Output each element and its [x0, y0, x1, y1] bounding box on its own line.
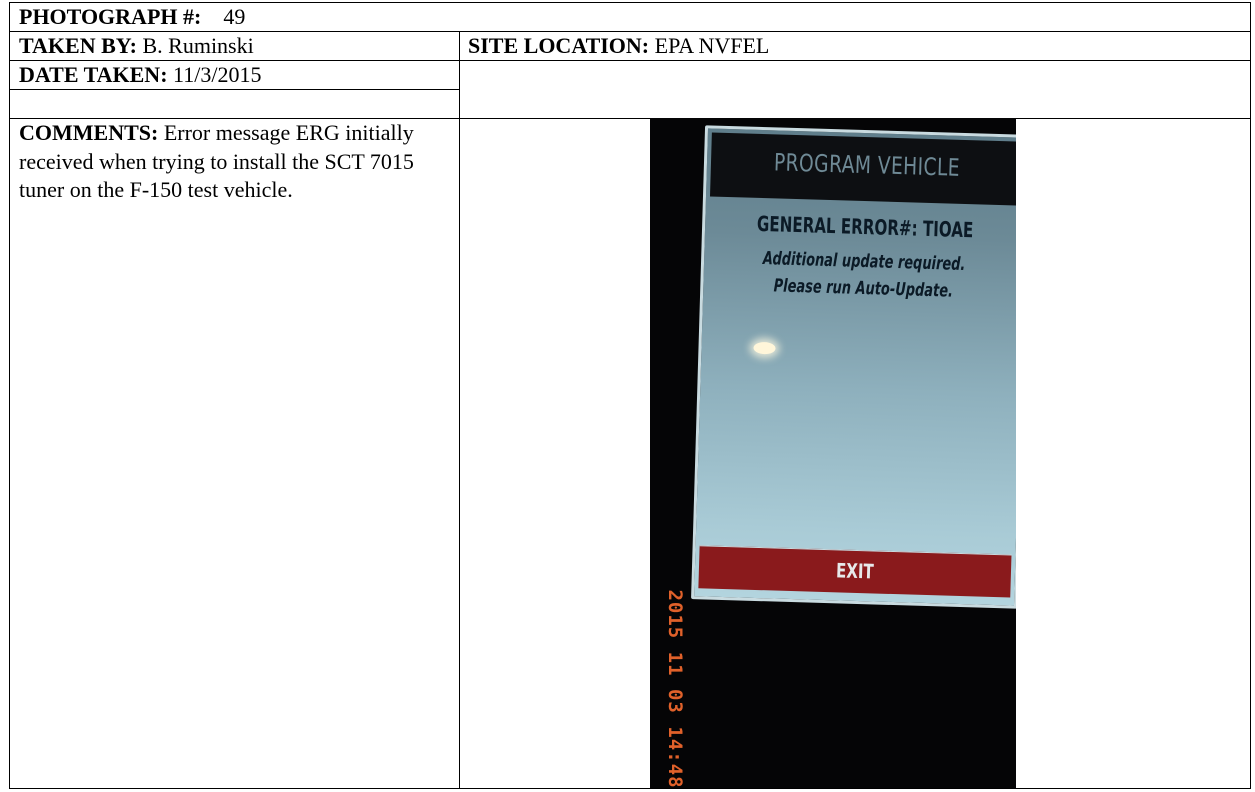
- comments-cell: COMMENTS: Error message ERG initially re…: [19, 119, 459, 205]
- exit-label: EXIT: [835, 558, 875, 584]
- screen-header: PROGRAM VEHICLE: [709, 132, 1016, 206]
- exit-button: EXIT: [698, 545, 1012, 598]
- device-screen: PROGRAM VEHICLE GENERAL ERROR#: TIOAE Ad…: [691, 125, 1016, 609]
- tuner-error-photo: PROGRAM VEHICLE GENERAL ERROR#: TIOAE Ad…: [650, 118, 1016, 788]
- photograph-number-label: PHOTOGRAPH #:: [19, 4, 202, 29]
- taken-by-cell: TAKEN BY: B. Ruminski: [19, 32, 254, 60]
- column-divider: [459, 31, 460, 788]
- taken-by-label: TAKEN BY:: [19, 33, 137, 58]
- error-code-text: GENERAL ERROR#: TIOAE: [756, 211, 974, 243]
- site-location-label: SITE LOCATION:: [468, 33, 650, 58]
- error-message-line-2: Please run Auto-Update.: [773, 275, 954, 302]
- date-taken-label: DATE TAKEN:: [19, 62, 168, 87]
- error-message-line-1: Additional update required.: [762, 248, 966, 276]
- photograph-number-value: 49: [223, 4, 246, 29]
- comments-label: COMMENTS:: [19, 120, 159, 145]
- date-stamp: 2015 11 03 14:48: [660, 589, 690, 788]
- screen-panel: PROGRAM VEHICLE GENERAL ERROR#: TIOAE Ad…: [691, 125, 1016, 609]
- site-location-cell: SITE LOCATION: EPA NVFEL: [468, 32, 769, 60]
- date-stamp-text: 2015 11 03 14:48: [664, 589, 686, 788]
- photo-log-table: PHOTOGRAPH #: 49 TAKEN BY: B. Ruminski S…: [9, 2, 1251, 789]
- row-divider: [10, 89, 459, 90]
- site-location-value: EPA NVFEL: [654, 33, 770, 58]
- date-taken-value: 11/3/2015: [173, 62, 262, 87]
- taken-by-value: B. Ruminski: [142, 33, 254, 58]
- photograph-number-cell: PHOTOGRAPH #: 49: [19, 3, 245, 31]
- light-glare: [753, 341, 776, 355]
- date-taken-cell: DATE TAKEN: 11/3/2015: [19, 61, 261, 89]
- screen-title: PROGRAM VEHICLE: [773, 148, 961, 182]
